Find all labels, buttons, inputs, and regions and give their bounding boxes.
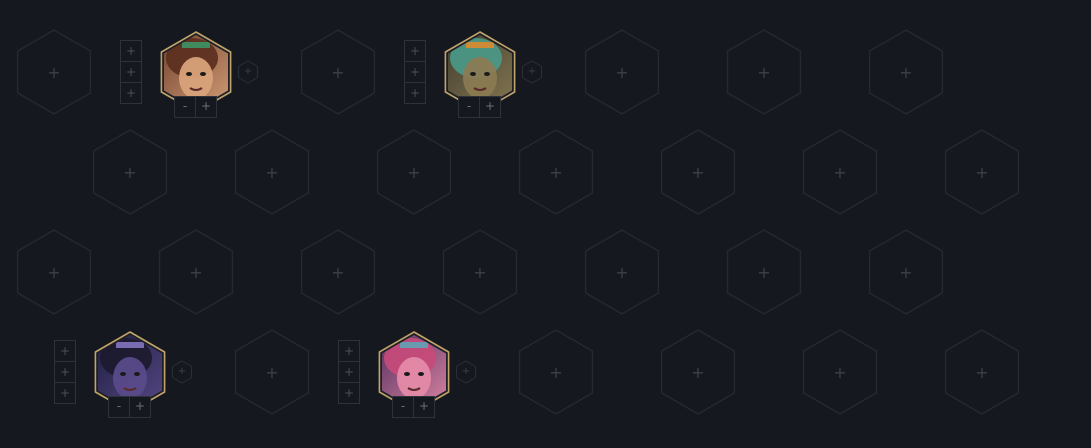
empty-board-slot[interactable]: +	[660, 330, 736, 414]
item-slot-1[interactable]: +	[338, 340, 360, 362]
team-board: + + + + - + + + + + + - + + + + + + + + + + + + + + + + + + + + + + - + + + + +…	[0, 0, 1091, 448]
empty-board-slot[interactable]: +	[868, 30, 944, 114]
star-level-controls: - +	[458, 96, 501, 118]
empty-board-slot[interactable]: +	[726, 230, 802, 314]
star-increase-button[interactable]: +	[413, 396, 435, 418]
item-slots: + + +	[120, 40, 142, 104]
empty-board-slot[interactable]: +	[944, 130, 1020, 214]
star-level-controls: - +	[392, 396, 435, 418]
empty-board-slot[interactable]: +	[234, 130, 310, 214]
item-slot-3[interactable]: +	[404, 82, 426, 104]
empty-board-slot[interactable]: +	[802, 130, 878, 214]
empty-board-slot[interactable]: +	[660, 130, 736, 214]
empty-board-slot[interactable]: +	[92, 130, 168, 214]
star-decrease-button[interactable]: -	[174, 96, 196, 118]
empty-board-slot[interactable]: +	[802, 330, 878, 414]
add-extra-button[interactable]: +	[240, 62, 256, 82]
empty-board-slot[interactable]: +	[518, 130, 594, 214]
empty-board-slot[interactable]: +	[158, 230, 234, 314]
empty-board-slot[interactable]: +	[376, 130, 452, 214]
add-extra-button[interactable]: +	[458, 362, 474, 382]
empty-board-slot[interactable]: +	[300, 30, 376, 114]
empty-board-slot[interactable]: +	[868, 230, 944, 314]
empty-board-slot[interactable]: +	[584, 30, 660, 114]
empty-board-slot[interactable]: +	[300, 230, 376, 314]
item-slot-3[interactable]: +	[120, 82, 142, 104]
empty-board-slot[interactable]: +	[234, 330, 310, 414]
star-increase-button[interactable]: +	[479, 96, 501, 118]
empty-board-slot[interactable]: +	[518, 330, 594, 414]
item-slots: + + +	[338, 340, 360, 404]
item-slot-1[interactable]: +	[54, 340, 76, 362]
empty-board-slot[interactable]: +	[16, 230, 92, 314]
item-slots: + + +	[404, 40, 426, 104]
item-slot-2[interactable]: +	[54, 361, 76, 383]
item-slot-2[interactable]: +	[338, 361, 360, 383]
add-extra-button[interactable]: +	[174, 362, 190, 382]
star-level-controls: - +	[174, 96, 217, 118]
item-slot-2[interactable]: +	[404, 61, 426, 83]
star-increase-button[interactable]: +	[195, 96, 217, 118]
empty-board-slot[interactable]: +	[944, 330, 1020, 414]
item-slots: + + +	[54, 340, 76, 404]
item-slot-2[interactable]: +	[120, 61, 142, 83]
star-decrease-button[interactable]: -	[392, 396, 414, 418]
empty-board-slot[interactable]: +	[584, 230, 660, 314]
star-level-controls: - +	[108, 396, 151, 418]
item-slot-3[interactable]: +	[54, 382, 76, 404]
item-slot-3[interactable]: +	[338, 382, 360, 404]
empty-board-slot[interactable]: +	[726, 30, 802, 114]
star-increase-button[interactable]: +	[129, 396, 151, 418]
empty-board-slot[interactable]: +	[442, 230, 518, 314]
star-decrease-button[interactable]: -	[458, 96, 480, 118]
item-slot-1[interactable]: +	[120, 40, 142, 62]
add-extra-button[interactable]: +	[524, 62, 540, 82]
star-decrease-button[interactable]: -	[108, 396, 130, 418]
empty-board-slot[interactable]: +	[16, 30, 92, 114]
item-slot-1[interactable]: +	[404, 40, 426, 62]
